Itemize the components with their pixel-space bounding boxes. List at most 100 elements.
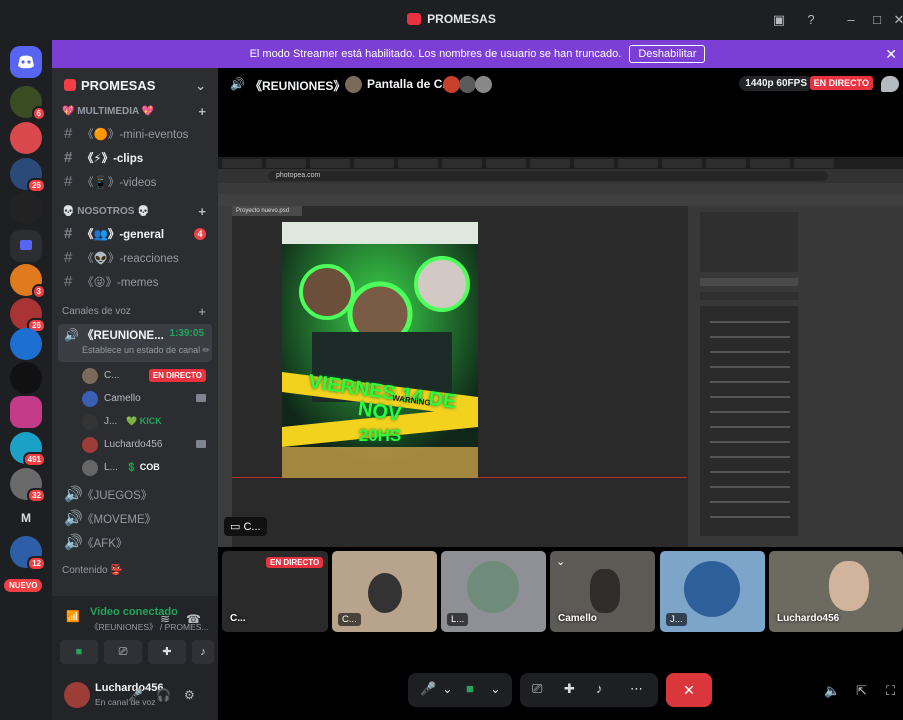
speaker-icon: 🔊 xyxy=(64,328,79,342)
help-icon[interactable]: ? xyxy=(803,12,819,28)
channel-label: 《MOVEME》 xyxy=(82,514,157,526)
noise-suppression-icon[interactable]: ≋ xyxy=(160,612,170,626)
stream-quality-badge[interactable]: 1440p 60FPS xyxy=(739,76,813,91)
voice-channel-moveme[interactable]: 🔊《MOVEME》 xyxy=(52,507,218,531)
voice-channel-juegos[interactable]: 🔊《JUEGOS》 xyxy=(52,483,218,507)
chevron-down-icon[interactable]: ⌄ xyxy=(490,681,501,697)
screen-share-icon[interactable]: ⎚ xyxy=(532,681,542,697)
voice-user[interactable]: L... 💲 COB xyxy=(52,456,218,479)
headphones-icon[interactable]: 🎧 xyxy=(156,688,171,702)
add-channel-icon[interactable]: + xyxy=(198,102,206,122)
server-icon[interactable]: 491 xyxy=(10,432,46,467)
fullscreen-icon[interactable]: ⛶ xyxy=(886,683,895,699)
category-multimedia[interactable]: 💖 MULTIMEDIA 💖 + xyxy=(52,102,218,122)
voice-channel-afk[interactable]: 🔊《AFK》 xyxy=(52,531,218,555)
server-icon[interactable] xyxy=(10,362,42,394)
call-controls: 🎤 ⌄ ■ ⌄ ⎚ ✚ ♪ ⋯ ✕ 🔈 ⇱ ⛶ xyxy=(218,673,903,709)
participant-tile[interactable]: ⌄ Camello xyxy=(550,551,655,632)
participant-name: C... xyxy=(230,613,246,624)
more-options-icon[interactable]: ⋯ xyxy=(630,681,643,697)
avatar xyxy=(82,437,98,453)
minimize-icon[interactable]: – xyxy=(843,12,859,28)
activities-button[interactable]: ✚ xyxy=(148,640,186,664)
category-label: Contenido 👺 xyxy=(62,565,123,576)
channel-clips[interactable]: # 《⚡》-clips xyxy=(52,146,218,170)
editor-toolbox xyxy=(218,206,232,547)
discord-home-icon[interactable] xyxy=(10,46,42,78)
server-icon[interactable]: 6 xyxy=(10,86,46,121)
address-field xyxy=(268,171,828,181)
activities-icon[interactable]: ✚ xyxy=(564,681,575,697)
participant-tile[interactable]: EN DIRECTO C... xyxy=(222,551,328,632)
participant-tile[interactable]: Luchardo456 xyxy=(769,551,903,632)
add-channel-icon[interactable]: + xyxy=(198,302,206,322)
participant-tile[interactable]: L... xyxy=(441,551,546,632)
leave-call-button[interactable]: ✕ xyxy=(666,673,712,707)
server-icon[interactable]: 26 xyxy=(10,298,46,333)
settings-gear-icon[interactable]: ⚙ xyxy=(184,688,195,702)
avatar xyxy=(467,561,519,613)
avatar xyxy=(345,76,362,93)
server-icon[interactable] xyxy=(10,122,42,154)
server-icon[interactable] xyxy=(10,328,42,360)
hash-icon: # xyxy=(64,225,73,242)
category-label: 💖 MULTIMEDIA 💖 xyxy=(62,106,155,117)
camera-button[interactable]: ■ xyxy=(60,640,98,664)
screen-share-button[interactable]: ⎚ xyxy=(104,640,142,664)
voice-user[interactable]: C... EN DIRECTO xyxy=(52,364,218,387)
channel-general[interactable]: # 《👥》-general 4 xyxy=(52,222,218,246)
server-icon[interactable]: M xyxy=(10,502,42,534)
disable-streamer-button[interactable]: Deshabilitar xyxy=(629,45,706,63)
set-channel-status[interactable]: Establece un estado de canal ✏ xyxy=(82,345,210,356)
server-icon[interactable]: 12 xyxy=(10,536,46,571)
voice-user[interactable]: J... 💚 KICK xyxy=(52,410,218,433)
channel-reacciones[interactable]: # 《👽》-reacciones xyxy=(52,246,218,270)
volume-icon[interactable]: 🔈 xyxy=(824,683,840,699)
chat-icon[interactable] xyxy=(881,76,899,92)
voice-user[interactable]: Luchardo456 xyxy=(52,433,218,456)
microphone-icon[interactable]: 🎤 xyxy=(128,688,143,702)
channel-memes[interactable]: # 《😜》-memes xyxy=(52,270,218,294)
voice-connection-panel: 📶 Video conectado 《REUNIONES》 / PROMES..… xyxy=(52,596,218,720)
close-banner-icon[interactable]: ✕ xyxy=(885,46,897,63)
channel-videos[interactable]: # 《📱》-videos xyxy=(52,170,218,194)
call-channel-name: 《REUNIONES》 xyxy=(250,79,346,93)
add-channel-icon[interactable]: + xyxy=(198,202,206,222)
inbox-icon[interactable]: ▣ xyxy=(771,12,787,28)
video-feed xyxy=(829,561,869,611)
server-icon[interactable]: 26 xyxy=(10,158,46,193)
camera-icon[interactable]: ■ xyxy=(466,681,474,696)
server-icon[interactable] xyxy=(10,192,42,224)
pop-out-icon[interactable]: ⇱ xyxy=(856,683,867,699)
chevron-down-icon[interactable]: ⌄ xyxy=(442,681,453,697)
folder-icon[interactable] xyxy=(10,230,42,262)
channel-mini-eventos[interactable]: # 《🟠》-mini-eventos xyxy=(52,122,218,146)
shared-screen[interactable]: photopea.com Proyecto nuevo.psd VIERNES … xyxy=(218,157,903,547)
maximize-icon[interactable]: □ xyxy=(869,12,885,28)
close-window-icon[interactable]: ✕ xyxy=(891,12,903,28)
participant-tile[interactable]: C... xyxy=(332,551,437,632)
browser-tab xyxy=(530,159,570,168)
voice-timer: 1:39:05 xyxy=(169,328,204,339)
active-voice-channel[interactable]: 🔊 《REUNIONE... 1:39:05 Establece un esta… xyxy=(58,324,212,362)
channel-label: 《⚡》-clips xyxy=(82,153,144,165)
category-voice[interactable]: Canales de voz + xyxy=(52,302,218,322)
streamer-mode-banner: El modo Streamer está habilitado. Los no… xyxy=(52,40,903,68)
guild-header[interactable]: PROMESAS ⌄ xyxy=(52,68,218,102)
participant-tile[interactable]: J... xyxy=(660,551,765,632)
voice-user[interactable]: Camello xyxy=(52,387,218,410)
category-contenido[interactable]: Contenido 👺 xyxy=(52,561,218,581)
category-nosotros[interactable]: 💀 NOSOTROS 💀 + xyxy=(52,202,218,222)
disconnect-icon[interactable]: ☎ xyxy=(186,612,201,626)
signal-icon[interactable]: 📶 xyxy=(66,610,80,623)
server-icon[interactable] xyxy=(10,396,42,428)
server-icon[interactable]: 32 xyxy=(10,468,46,503)
server-badge: 6 xyxy=(31,106,46,121)
microphone-icon[interactable]: 🎤 xyxy=(420,681,436,697)
avatar[interactable] xyxy=(64,682,90,708)
server-badge: 491 xyxy=(22,452,46,467)
live-badge: EN DIRECTO xyxy=(148,369,206,382)
server-icon[interactable]: 3 xyxy=(10,264,46,299)
soundboard-button[interactable]: ♪ xyxy=(192,640,214,664)
soundboard-icon[interactable]: ♪ xyxy=(596,681,603,696)
